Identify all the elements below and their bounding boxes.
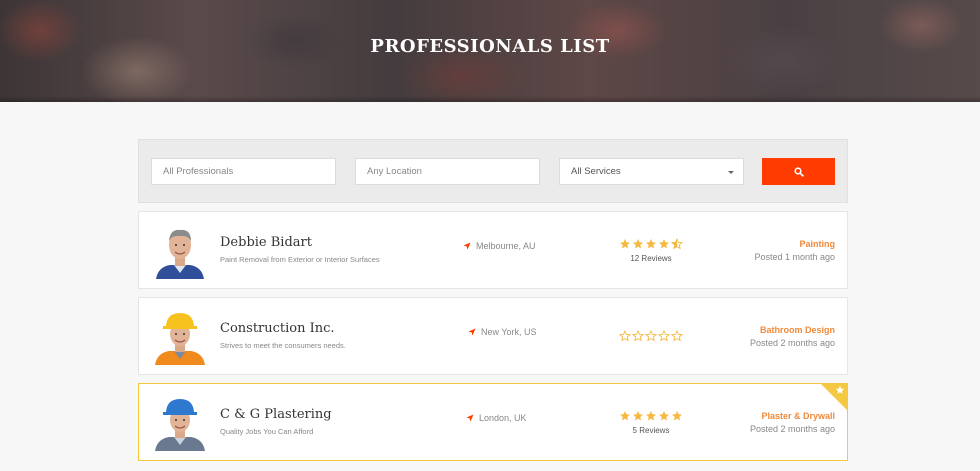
location-arrow-icon bbox=[466, 414, 474, 422]
professional-name[interactable]: C & G Plastering bbox=[220, 407, 332, 422]
professional-description: Quality Jobs You Can Afford bbox=[220, 427, 314, 436]
star-empty-icon bbox=[658, 330, 670, 342]
star-rating bbox=[619, 410, 683, 422]
location-arrow-icon bbox=[463, 242, 471, 250]
avatar bbox=[152, 223, 208, 279]
star-full-icon bbox=[646, 239, 656, 249]
listing-card-featured[interactable]: C & G Plastering Quality Jobs You Can Af… bbox=[138, 383, 848, 461]
service-category[interactable]: Plaster & Drywall bbox=[761, 411, 835, 421]
star-rating bbox=[619, 330, 683, 342]
star-empty-icon bbox=[671, 330, 683, 342]
location-text: New York, US bbox=[481, 327, 537, 337]
featured-star-icon bbox=[835, 385, 845, 394]
star-empty-icon bbox=[619, 330, 631, 342]
location-search-input[interactable]: Any Location bbox=[355, 158, 540, 185]
professional-name[interactable]: Debbie Bidart bbox=[220, 235, 312, 250]
location-text: London, UK bbox=[479, 413, 527, 423]
professional-description: Paint Removal from Exterior or Interior … bbox=[220, 255, 380, 264]
services-select[interactable]: All Services bbox=[559, 158, 744, 185]
avatar bbox=[152, 395, 208, 451]
search-icon bbox=[793, 166, 804, 177]
star-full-icon bbox=[620, 411, 630, 421]
star-full-icon bbox=[633, 239, 643, 249]
hero-banner: PROFESSIONALS LIST bbox=[0, 0, 980, 102]
listing-card[interactable]: Debbie Bidart Paint Removal from Exterio… bbox=[138, 211, 848, 289]
posted-time: Posted 2 months ago bbox=[749, 338, 835, 348]
star-full-icon bbox=[659, 411, 669, 421]
page-title: PROFESSIONALS LIST bbox=[370, 36, 610, 57]
review-count[interactable]: 5 Reviews bbox=[619, 426, 683, 435]
professional-search-input[interactable]: All Professionals bbox=[151, 158, 336, 185]
star-half-icon bbox=[671, 238, 683, 250]
listing-card[interactable]: Construction Inc. Strives to meet the co… bbox=[138, 297, 848, 375]
star-full-icon bbox=[620, 239, 630, 249]
professional-description: Strives to meet the consumers needs. bbox=[220, 341, 346, 350]
review-count[interactable]: 12 Reviews bbox=[619, 254, 683, 263]
star-full-icon bbox=[659, 239, 669, 249]
location: Melbourne, AU bbox=[463, 241, 536, 251]
search-button[interactable] bbox=[762, 158, 835, 185]
star-empty-icon bbox=[632, 330, 644, 342]
professional-name[interactable]: Construction Inc. bbox=[220, 321, 335, 336]
location-text: Melbourne, AU bbox=[476, 241, 536, 251]
search-panel: All Professionals Any Location All Servi… bbox=[138, 139, 848, 203]
location: London, UK bbox=[466, 413, 527, 423]
star-full-icon bbox=[646, 411, 656, 421]
posted-time: Posted 1 month ago bbox=[754, 252, 835, 262]
star-full-icon bbox=[633, 411, 643, 421]
service-category[interactable]: Painting bbox=[800, 239, 836, 249]
service-category[interactable]: Bathroom Design bbox=[760, 325, 835, 335]
caret-down-icon bbox=[728, 171, 734, 174]
posted-time: Posted 2 months ago bbox=[749, 424, 835, 434]
star-rating bbox=[619, 238, 683, 250]
avatar bbox=[152, 309, 208, 365]
location-arrow-icon bbox=[468, 328, 476, 336]
location: New York, US bbox=[468, 327, 537, 337]
services-select-value: All Services bbox=[571, 166, 621, 177]
star-empty-icon bbox=[645, 330, 657, 342]
star-full-icon bbox=[672, 411, 682, 421]
